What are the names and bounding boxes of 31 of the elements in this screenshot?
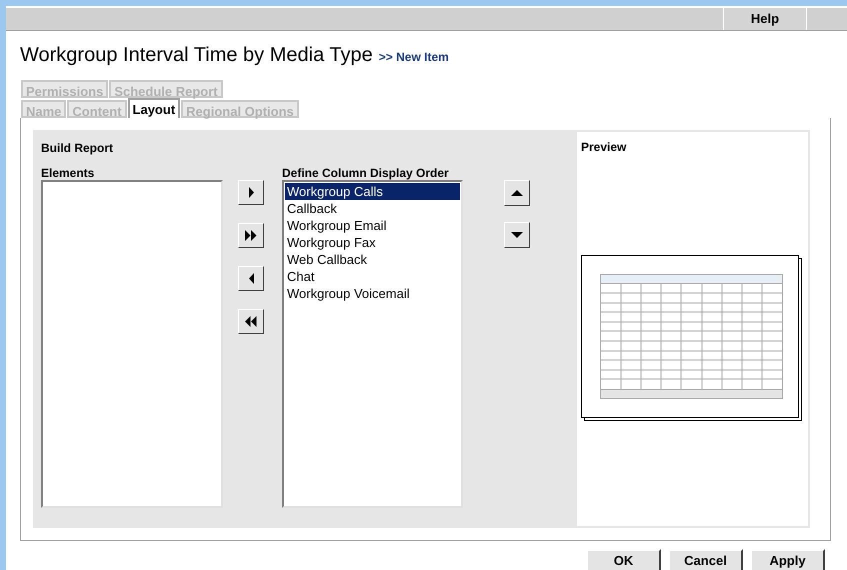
move-up-button[interactable] xyxy=(504,180,530,206)
list-item[interactable]: Workgroup Fax xyxy=(285,234,460,251)
dialog-button[interactable]: OK xyxy=(586,549,661,570)
help-button[interactable]: Help xyxy=(723,8,807,30)
move-left-button[interactable] xyxy=(238,266,264,291)
list-item[interactable]: Workgroup Calls xyxy=(285,183,460,200)
list-item[interactable]: Workgroup Voicemail xyxy=(285,285,460,302)
elements-label: Elements xyxy=(41,165,96,180)
tab[interactable]: Layout xyxy=(128,98,180,118)
column-order-listbox[interactable]: Workgroup Calls Callback Workgroup Email Workgroup Fax Web Callback Chat Workgroup Voicemail xyxy=(282,180,463,508)
new-item-link[interactable]: >> New Item xyxy=(378,48,449,66)
move-right-button[interactable] xyxy=(238,180,264,205)
page-title: Workgroup Interval Time by Media Type xyxy=(20,43,373,68)
double-right-triangle-icon xyxy=(245,230,257,241)
list-item[interactable]: Web Callback xyxy=(285,251,460,268)
list-item[interactable]: Chat xyxy=(285,268,460,285)
move-down-button[interactable] xyxy=(504,222,530,248)
left-triangle-icon xyxy=(248,273,254,284)
down-triangle-icon xyxy=(511,232,523,238)
dialog-button[interactable]: Cancel xyxy=(668,549,743,570)
preview-label: Preview xyxy=(581,139,628,156)
double-left-triangle-icon xyxy=(245,316,257,327)
column-order-label: Define Column Display Order xyxy=(282,165,450,180)
move-all-right-button[interactable] xyxy=(238,223,264,248)
build-report-heading: Build Report xyxy=(41,140,114,157)
right-triangle-icon xyxy=(248,187,254,198)
list-item[interactable]: Callback xyxy=(285,200,460,217)
up-triangle-icon xyxy=(511,190,523,196)
list-item[interactable]: Workgroup Email xyxy=(285,217,460,234)
dialog-button[interactable]: Apply xyxy=(750,549,825,570)
move-all-left-button[interactable] xyxy=(238,309,264,334)
